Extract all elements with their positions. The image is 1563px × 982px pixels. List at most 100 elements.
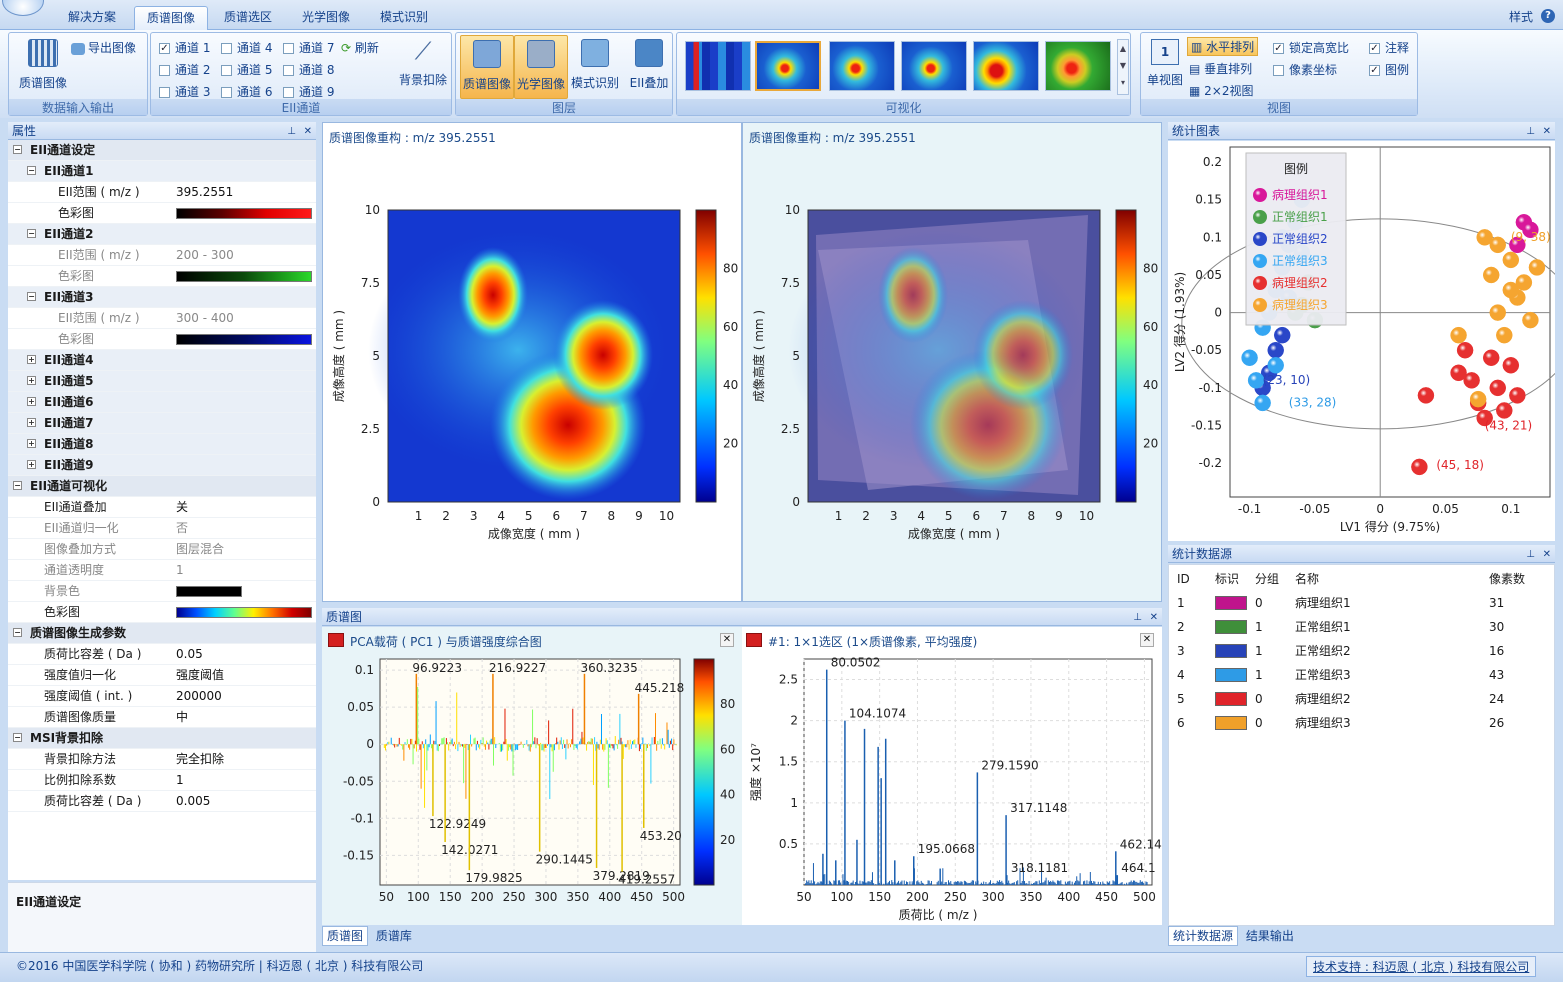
property-row[interactable]: 色彩图 — [8, 602, 316, 623]
property-value[interactable]: 否 — [176, 518, 188, 538]
layer-button-2[interactable]: 模式识别 — [568, 35, 622, 99]
property-row[interactable]: EII范围 ( m/z ) 395.2551 — [8, 182, 316, 203]
channel-checkbox[interactable] — [283, 87, 294, 98]
channel-toggle-2[interactable]: 通道 7 — [283, 39, 334, 56]
close-icon[interactable]: ✕ — [1543, 123, 1551, 141]
annotation-toggle[interactable]: ✓ 注释 — [1369, 39, 1409, 56]
property-row[interactable]: EII范围 ( m/z ) 300 - 400 — [8, 308, 316, 329]
color-swatch[interactable] — [1215, 644, 1247, 658]
colormap-swatch[interactable] — [176, 271, 312, 282]
property-value[interactable]: 强度阈值 — [176, 665, 224, 685]
collapse-icon[interactable]: − — [13, 145, 22, 154]
layer-button-1[interactable]: 光学图像 — [514, 35, 568, 99]
channel-checkbox[interactable] — [159, 87, 170, 98]
colormap-thumb-1[interactable] — [685, 41, 751, 91]
property-category[interactable]: − MSI背景扣除 — [8, 728, 316, 749]
pca-loading-panel[interactable]: PCA载荷 ( PC1 ) 与质谱强度综合图 ✕ -0.15 -0.1 -0.05 0… — [322, 627, 742, 925]
channel-checkbox[interactable]: ✓ — [159, 43, 170, 54]
collapse-icon[interactable]: − — [27, 229, 36, 238]
property-value[interactable]: 200 - 300 — [176, 245, 234, 265]
refresh-button[interactable]: ⟳ 刷新 — [341, 39, 379, 56]
pin-icon[interactable]: ⊥ — [287, 123, 296, 141]
grid-view-button[interactable]: ▦ 2×2视图 — [1189, 82, 1254, 99]
channel-checkbox[interactable] — [221, 65, 232, 76]
channel-checkbox[interactable] — [221, 87, 232, 98]
lock-aspect-checkbox[interactable]: ✓ — [1273, 43, 1284, 54]
colormap-thumb-4[interactable] — [901, 41, 967, 91]
collapse-icon[interactable]: − — [13, 481, 22, 490]
channel-toggle-5[interactable]: 通道 8 — [283, 61, 334, 78]
property-category[interactable]: − EII通道可视化 — [8, 476, 316, 497]
property-value[interactable]: 300 - 400 — [176, 308, 234, 328]
property-row[interactable]: EII通道归一化 否 — [8, 518, 316, 539]
tab-1[interactable]: 质谱图像 — [134, 6, 209, 30]
layer-button-0[interactable]: 质谱图像 — [460, 35, 514, 99]
horizontal-arrange-button[interactable]: ▥ 水平排列 — [1187, 37, 1259, 56]
tab-spectrum[interactable]: 质谱图 — [322, 926, 369, 946]
property-category[interactable]: − EII通道2 — [8, 224, 316, 245]
property-category[interactable]: + EII通道6 — [8, 392, 316, 413]
table-row[interactable]: 6 0 病理组织3 26 — [1169, 711, 1549, 735]
collapse-icon[interactable]: − — [27, 166, 36, 175]
background-removal-button[interactable]: ⟋ 背景扣除 — [395, 37, 451, 88]
mass-image-view-left[interactable]: 质谱图像重构 : m/z 395.2551 1 2 3 4 5 6 7 8 9 10 0 2.5 5 7.… — [322, 122, 742, 602]
color-swatch[interactable] — [1215, 596, 1247, 610]
pixel-coord-checkbox[interactable] — [1273, 65, 1284, 76]
app-logo[interactable] — [2, 0, 44, 16]
colormap-thumb-5[interactable] — [973, 41, 1039, 91]
property-category[interactable]: + EII通道5 — [8, 371, 316, 392]
property-row[interactable]: 色彩图 — [8, 266, 316, 287]
channel-toggle-7[interactable]: 通道 6 — [221, 83, 272, 100]
property-category[interactable]: + EII通道9 — [8, 455, 316, 476]
channel-checkbox[interactable] — [283, 65, 294, 76]
pin-icon[interactable]: ⊥ — [1133, 609, 1142, 627]
legend-checkbox[interactable]: ✓ — [1369, 65, 1380, 76]
channel-toggle-3[interactable]: 通道 2 — [159, 61, 210, 78]
property-category[interactable]: − EII通道1 — [8, 161, 316, 182]
property-value[interactable]: 图层混合 — [176, 539, 224, 559]
color-swatch[interactable] — [1215, 620, 1247, 634]
vertical-arrange-button[interactable]: ▤ 垂直排列 — [1189, 60, 1252, 77]
colormap-swatch[interactable] — [176, 334, 312, 345]
table-row[interactable]: 2 1 正常组织1 30 — [1169, 615, 1549, 639]
close-icon[interactable]: ✕ — [304, 123, 312, 141]
property-row[interactable]: 质荷比容差 ( Da ) 0.005 — [8, 791, 316, 812]
colormap-swatch[interactable] — [176, 607, 312, 618]
property-row[interactable]: 色彩图 — [8, 329, 316, 350]
property-value[interactable]: 中 — [176, 707, 188, 727]
support-link[interactable]: 技术支持 : 科迈恩 ( 北京 ) 科技有限公司 — [1306, 956, 1537, 977]
channel-checkbox[interactable] — [283, 43, 294, 54]
colormap-thumb-6[interactable] — [1045, 41, 1111, 91]
tab-2[interactable]: 质谱选区 — [212, 6, 284, 30]
legend-toggle[interactable]: ✓ 图例 — [1369, 61, 1409, 78]
pin-icon[interactable]: ⊥ — [1526, 123, 1535, 141]
channel-toggle-8[interactable]: 通道 9 — [283, 83, 334, 100]
close-icon[interactable]: ✕ — [1150, 609, 1158, 627]
property-row[interactable]: EII范围 ( m/z ) 200 - 300 — [8, 245, 316, 266]
annotation-checkbox[interactable]: ✓ — [1369, 43, 1380, 54]
property-row[interactable]: 质谱图像质量 中 — [8, 707, 316, 728]
channel-checkbox[interactable] — [159, 65, 170, 76]
expand-icon[interactable]: + — [27, 418, 36, 427]
table-row[interactable]: 3 1 正常组织2 16 — [1169, 639, 1549, 663]
spectrum-chart-panel[interactable]: #1: 1×1选区 (1×质谱像素, 平均强度) ✕ 0.5 1 1.5 2 2.5 50… — [742, 627, 1162, 925]
mass-image-view-right[interactable]: 质谱图像重构 : m/z 395.2551 1 2 3 4 5 6 7 8 9 10 0 2.5 5 7.… — [742, 122, 1162, 602]
property-row[interactable]: 质荷比容差 ( Da ) 0.05 — [8, 644, 316, 665]
pixel-coord-toggle[interactable]: 像素坐标 — [1273, 61, 1337, 78]
property-category[interactable]: − EII通道设定 — [8, 140, 316, 161]
property-category[interactable]: − 质谱图像生成参数 — [8, 623, 316, 644]
pin-icon[interactable]: ⊥ — [1526, 546, 1535, 564]
layer-button-3[interactable]: EII叠加 — [622, 35, 676, 99]
property-value[interactable]: 完全扣除 — [176, 749, 224, 769]
column-header[interactable]: 分组 — [1255, 567, 1279, 591]
tab-4[interactable]: 模式识别 — [368, 6, 440, 30]
tab-3[interactable]: 光学图像 — [290, 6, 362, 30]
table-row[interactable]: 1 0 病理组织1 31 — [1169, 591, 1549, 615]
colormap-swatch[interactable] — [176, 586, 242, 597]
property-value[interactable]: 1 — [176, 560, 184, 580]
single-view-button[interactable]: 1 单视图 — [1145, 39, 1185, 88]
property-value[interactable]: 0.005 — [176, 791, 210, 811]
expand-icon[interactable]: + — [27, 355, 36, 364]
channel-toggle-4[interactable]: 通道 5 — [221, 61, 272, 78]
mass-image-button[interactable]: 质谱图像 — [13, 39, 73, 91]
